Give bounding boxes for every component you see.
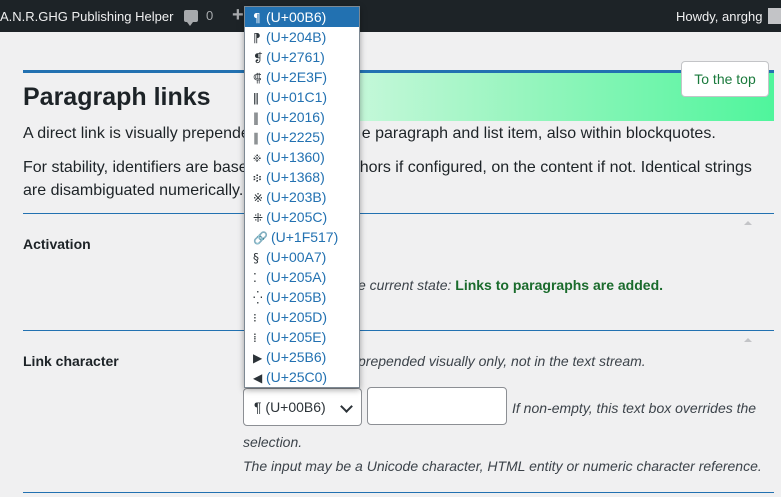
option-glyph: ⁛ bbox=[253, 291, 263, 305]
option-glyph: ⁞ bbox=[253, 331, 257, 345]
option-code: (U+25B6) bbox=[266, 349, 327, 365]
admin-bar: A.N.R.GHG Publishing Helper 0 + Howdy, a… bbox=[0, 0, 781, 32]
dropdown-option[interactable]: ◀ (U+25C0) bbox=[245, 367, 359, 387]
dropdown-option[interactable]: ⁋ (U+204B) bbox=[245, 27, 359, 47]
option-glyph: ፨ bbox=[253, 171, 262, 185]
option-code: (U+25C0) bbox=[266, 369, 328, 385]
option-code: (U+205C) bbox=[266, 209, 328, 225]
dropdown-option[interactable]: 🔗 (U+1F517) bbox=[245, 227, 359, 247]
option-code: (U+1368) bbox=[266, 169, 325, 185]
collapse-caret-icon[interactable] bbox=[744, 221, 752, 225]
dropdown-option[interactable]: ∥ (U+2225) bbox=[245, 127, 359, 147]
option-code: (U+205A) bbox=[266, 269, 327, 285]
input-hint: The input may be a Unicode character, HT… bbox=[243, 458, 762, 474]
option-code: (U+205D) bbox=[266, 309, 328, 325]
separator bbox=[23, 213, 774, 214]
option-code: (U+205B) bbox=[266, 289, 327, 305]
option-code: (U+2225) bbox=[266, 129, 325, 145]
to-the-top-button[interactable]: To the top bbox=[681, 61, 769, 97]
dropdown-option[interactable]: ▶ (U+25B6) bbox=[245, 347, 359, 367]
link-character-label: Link character bbox=[23, 353, 119, 369]
option-code: (U+2761) bbox=[266, 49, 325, 65]
option-code: (U+1360) bbox=[266, 149, 325, 165]
intro-paragraph-1: A direct link is visually prepende e para… bbox=[23, 125, 716, 142]
option-glyph: ∥ bbox=[253, 131, 259, 145]
dropdown-option[interactable]: ⁛ (U+205B) bbox=[245, 287, 359, 307]
link-character-select[interactable]: ¶ (U+00B6) bbox=[243, 388, 362, 426]
option-code: (U+203B) bbox=[266, 189, 327, 205]
dropdown-option[interactable]: ⁞ (U+205E) bbox=[245, 327, 359, 347]
dropdown-option[interactable]: ፨ (U+1368) bbox=[245, 167, 359, 187]
site-name-link[interactable]: A.N.R.GHG Publishing Helper bbox=[0, 9, 173, 24]
option-code: (U+00A7) bbox=[266, 249, 327, 265]
separator bbox=[23, 330, 774, 331]
dropdown-option[interactable]: ǁ (U+01C1) bbox=[245, 87, 359, 107]
dropdown-option[interactable]: ※ (U+203B) bbox=[245, 187, 359, 207]
collapse-caret-icon[interactable] bbox=[744, 338, 752, 342]
option-code: (U+1F517) bbox=[270, 229, 339, 245]
dropdown-option[interactable]: ❡ (U+2761) bbox=[245, 47, 359, 67]
link-character-dropdown-list[interactable]: ¶ (U+00B6) ⁋ (U+204B) ❡ (U+2761) ⸿ (U+2E3F) ǁ (U+… bbox=[244, 6, 360, 388]
link-character-override-input[interactable] bbox=[367, 387, 507, 425]
option-glyph: ⁜ bbox=[253, 211, 264, 225]
prepended-note: prepended visually only, not in the text… bbox=[358, 353, 646, 369]
dropdown-option[interactable]: ⁚ (U+205A) bbox=[245, 267, 359, 287]
option-glyph: ፠ bbox=[253, 151, 262, 165]
separator bbox=[23, 492, 774, 493]
option-glyph: ⁋ bbox=[253, 31, 261, 45]
option-glyph: ⸿ bbox=[253, 71, 262, 85]
option-code: (U+204B) bbox=[266, 29, 327, 45]
dropdown-option[interactable]: ¶ (U+00B6) bbox=[245, 7, 359, 27]
option-glyph: ‖ bbox=[253, 111, 259, 125]
option-glyph: ※ bbox=[253, 191, 264, 205]
option-glyph: ◀ bbox=[253, 371, 263, 385]
comment-bubble-icon bbox=[184, 9, 198, 26]
option-code: (U+205E) bbox=[266, 329, 327, 345]
dropdown-option[interactable]: ⸿ (U+2E3F) bbox=[245, 67, 359, 87]
howdy-user-link[interactable]: Howdy, anrghg bbox=[676, 9, 762, 24]
avatar[interactable] bbox=[768, 8, 781, 24]
option-glyph: ⁝ bbox=[253, 311, 257, 325]
option-glyph: ¶ bbox=[253, 11, 261, 25]
intro-paragraph-2: For stability, identifiers are base hors … bbox=[23, 159, 752, 199]
dropdown-option[interactable]: ⁝ (U+205D) bbox=[245, 307, 359, 327]
option-code: (U+01C1) bbox=[266, 89, 328, 105]
option-code: (U+00B6) bbox=[266, 9, 327, 25]
chevron-down-icon bbox=[340, 400, 353, 413]
comments-count: 0 bbox=[206, 8, 214, 23]
new-content-icon[interactable]: + bbox=[232, 4, 244, 27]
dropdown-option[interactable]: § (U+00A7) bbox=[245, 247, 359, 267]
option-glyph: § bbox=[253, 251, 259, 265]
activation-state: e current state: Links to paragraphs are… bbox=[358, 277, 664, 293]
option-glyph: 🔗 bbox=[253, 231, 268, 245]
activation-label: Activation bbox=[23, 236, 91, 252]
override-note: If non-empty, this text box overrides th… bbox=[512, 400, 757, 416]
option-glyph: ǁ bbox=[253, 91, 259, 105]
select-value: ¶ (U+00B6) bbox=[254, 399, 326, 415]
override-note-continuation: selection. bbox=[243, 434, 303, 450]
page-title: Paragraph links bbox=[23, 83, 211, 111]
option-code: (U+2016) bbox=[266, 109, 325, 125]
dropdown-option[interactable]: ‖ (U+2016) bbox=[245, 107, 359, 127]
comments-link[interactable]: 0 bbox=[184, 8, 214, 26]
dropdown-option[interactable]: ⁜ (U+205C) bbox=[245, 207, 359, 227]
option-glyph: ❡ bbox=[253, 51, 264, 65]
option-code: (U+2E3F) bbox=[266, 69, 328, 85]
option-glyph: ▶ bbox=[253, 351, 263, 365]
dropdown-option[interactable]: ፠ (U+1360) bbox=[245, 147, 359, 167]
option-glyph: ⁚ bbox=[253, 271, 257, 285]
